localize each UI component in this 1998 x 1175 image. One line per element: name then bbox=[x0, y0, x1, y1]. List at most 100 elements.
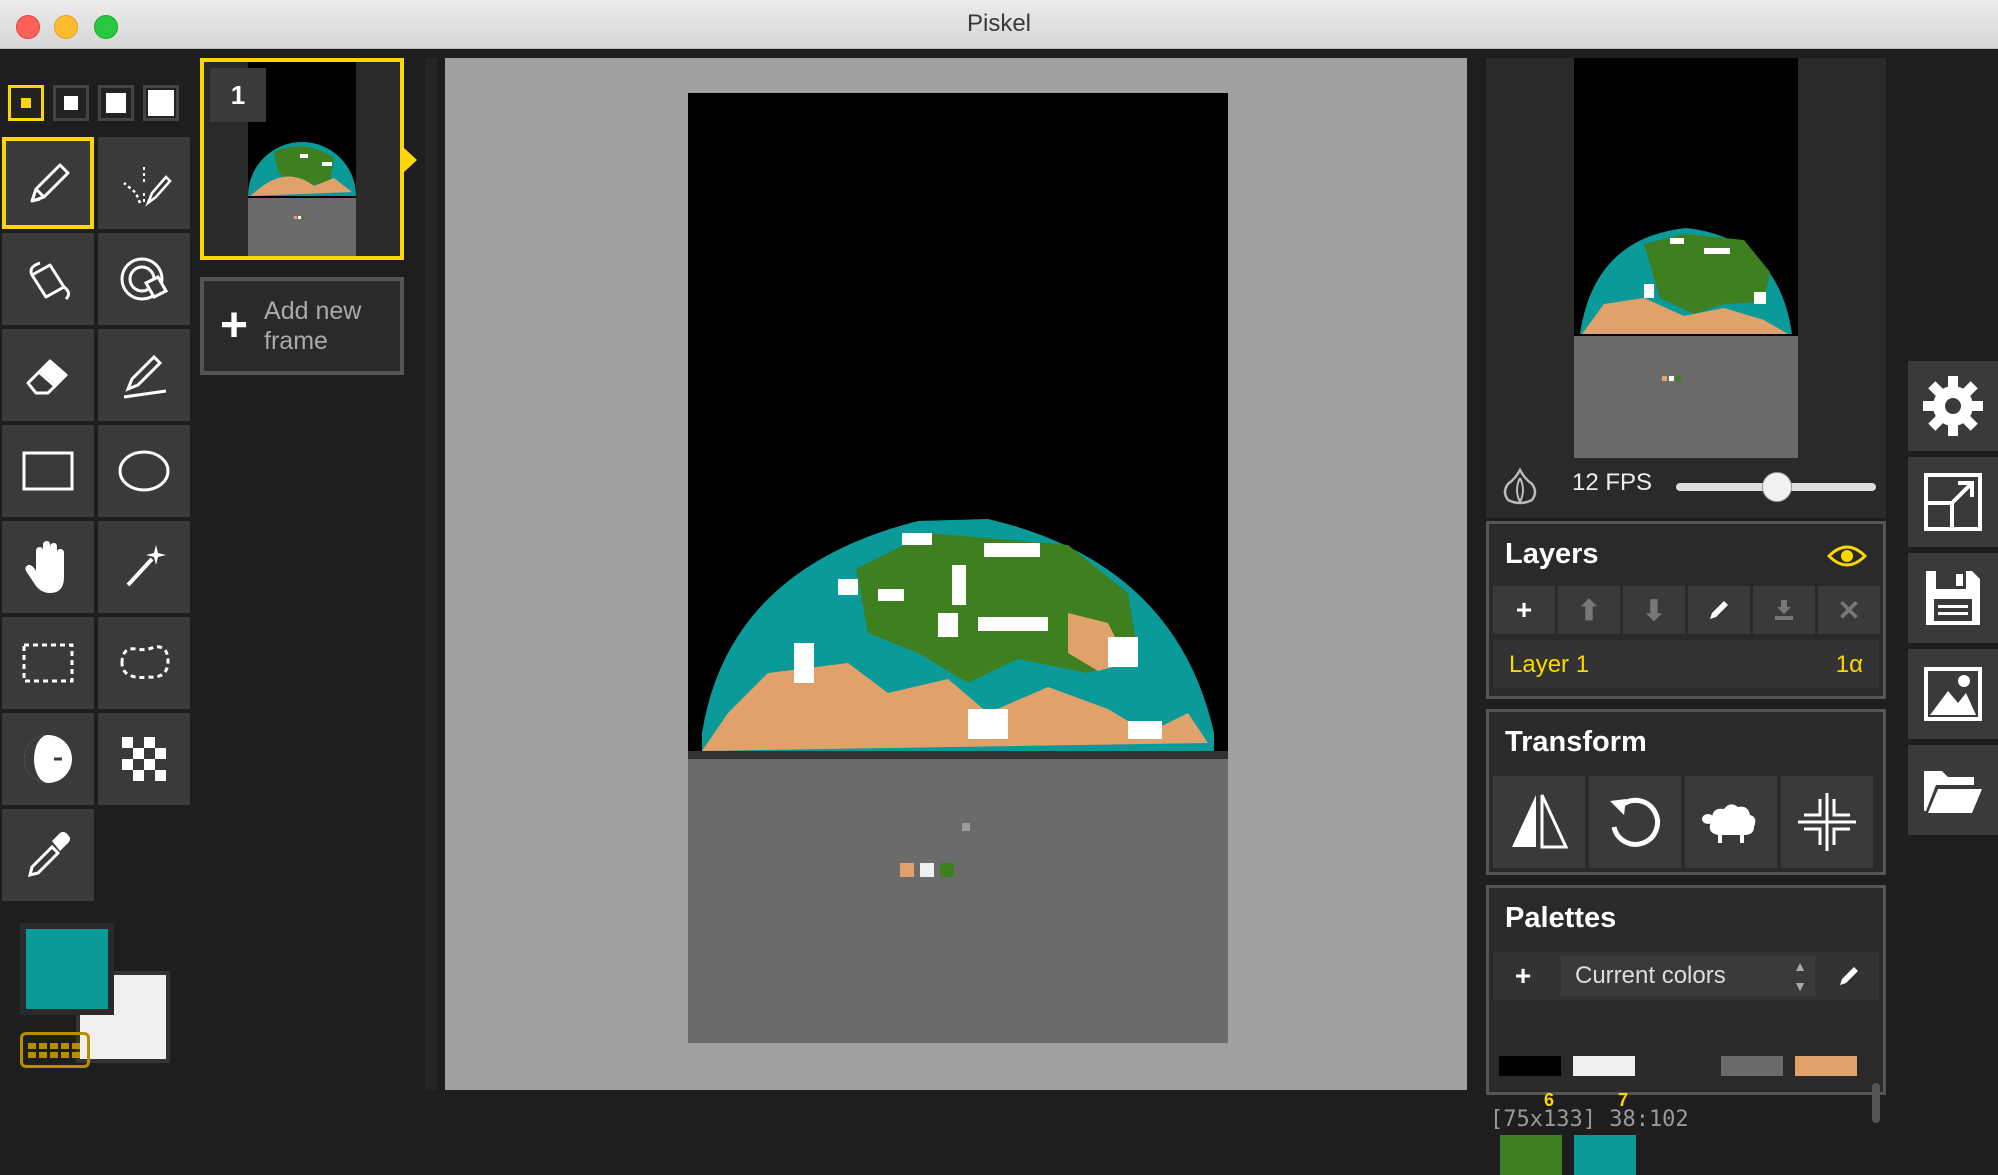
preview-image bbox=[1574, 58, 1798, 458]
app-area: 1 + Add new frame 12 FPS Layers + ⬆ ⬇ ✕ … bbox=[0, 49, 1998, 1175]
lasso-selection-tool[interactable] bbox=[98, 617, 190, 709]
drawing-canvas-area[interactable] bbox=[445, 58, 1467, 1090]
fps-slider-handle[interactable] bbox=[1762, 472, 1792, 502]
keyboard-shortcuts-icon[interactable] bbox=[20, 1032, 90, 1068]
shape-selection-tool[interactable] bbox=[98, 521, 190, 613]
arrow-down-icon: ⬇ bbox=[1642, 594, 1666, 626]
palette-swatch-green[interactable] bbox=[1500, 1135, 1562, 1175]
align-center-icon bbox=[1798, 793, 1856, 851]
move-layer-down-button[interactable]: ⬇ bbox=[1623, 586, 1685, 634]
pen-size-4[interactable] bbox=[143, 85, 179, 121]
center-button[interactable] bbox=[1781, 776, 1873, 868]
mirror-pen-icon bbox=[123, 167, 172, 207]
transform-title: Transform bbox=[1505, 726, 1647, 758]
palettes-title: Palettes bbox=[1505, 902, 1617, 934]
edit-palette-button[interactable] bbox=[1819, 952, 1879, 1000]
palettes-panel: Palettes + Current colors ▲ ▼ bbox=[1486, 885, 1886, 1095]
pen-size-2[interactable] bbox=[53, 85, 89, 121]
layer-item[interactable]: Layer 1 1α bbox=[1493, 640, 1879, 688]
dithering-tool[interactable] bbox=[98, 713, 190, 805]
rectangle-selection-tool[interactable] bbox=[2, 617, 94, 709]
selected-frame-marker bbox=[404, 148, 417, 172]
flip-button[interactable] bbox=[1493, 776, 1585, 868]
add-new-frame-label: Add new frame bbox=[264, 297, 362, 355]
pen-size-1[interactable] bbox=[8, 85, 44, 121]
palette-select[interactable]: Current colors ▲ ▼ bbox=[1561, 956, 1815, 996]
stroke-tool[interactable] bbox=[98, 329, 190, 421]
lighten-icon bbox=[24, 735, 72, 783]
animation-preview[interactable] bbox=[1486, 58, 1886, 518]
add-palette-button[interactable]: + bbox=[1493, 952, 1553, 1000]
resize-button[interactable] bbox=[1908, 457, 1998, 547]
transform-toolbar bbox=[1493, 776, 1873, 868]
primary-color[interactable] bbox=[20, 923, 114, 1015]
circle-icon bbox=[118, 450, 170, 492]
palette-toolbar: + Current colors ▲ ▼ bbox=[1493, 952, 1879, 1000]
close-icon: ✕ bbox=[1837, 594, 1861, 626]
frame-number: 1 bbox=[210, 68, 266, 122]
edit-layer-button[interactable] bbox=[1688, 586, 1750, 634]
circle-tool[interactable] bbox=[98, 425, 190, 517]
folder-open-icon bbox=[1924, 771, 1982, 813]
layer-opacity: 1α bbox=[1835, 651, 1863, 678]
color-picker-tool[interactable] bbox=[2, 809, 94, 901]
rotate-button[interactable] bbox=[1589, 776, 1681, 868]
transform-panel: Transform bbox=[1486, 709, 1886, 875]
gear-icon bbox=[1923, 376, 1983, 436]
cursor-coordinates: [75x133] 38:102 bbox=[1490, 1107, 1689, 1132]
pen-tool[interactable] bbox=[2, 137, 94, 229]
palette-swatch-tan[interactable] bbox=[1795, 1056, 1857, 1076]
paint-bucket-tool[interactable] bbox=[2, 233, 94, 325]
paint-bucket-icon bbox=[29, 261, 71, 301]
paint-all-icon bbox=[120, 257, 169, 301]
merge-layer-button[interactable] bbox=[1753, 586, 1815, 634]
onion-skin-icon[interactable] bbox=[1500, 466, 1540, 506]
rectangle-tool[interactable] bbox=[2, 425, 94, 517]
paint-same-color-tool[interactable] bbox=[98, 233, 190, 325]
clone-button[interactable] bbox=[1685, 776, 1777, 868]
delete-layer-button[interactable]: ✕ bbox=[1818, 586, 1880, 634]
drawing-canvas[interactable] bbox=[688, 93, 1228, 1043]
resize-icon bbox=[1924, 473, 1982, 531]
layers-panel: Layers + ⬆ ⬇ ✕ Layer 1 1α bbox=[1486, 521, 1886, 699]
layers-title: Layers bbox=[1505, 538, 1599, 570]
move-tool[interactable] bbox=[2, 521, 94, 613]
settings-button[interactable] bbox=[1908, 361, 1998, 451]
eyedropper-icon bbox=[27, 831, 70, 878]
plus-icon: + bbox=[1515, 594, 1533, 625]
add-new-frame-button[interactable]: + Add new frame bbox=[200, 277, 404, 375]
pen-size-3[interactable] bbox=[98, 85, 134, 121]
checkerboard-icon bbox=[122, 737, 166, 781]
palette-swatch-white[interactable] bbox=[1573, 1056, 1635, 1076]
save-button[interactable] bbox=[1908, 553, 1998, 643]
pencil-icon bbox=[1710, 601, 1728, 619]
window-titlebar: Piskel bbox=[0, 0, 1998, 49]
frame-thumbnail-1[interactable]: 1 bbox=[200, 58, 404, 260]
add-layer-button[interactable]: + bbox=[1493, 586, 1555, 634]
arrow-up-icon: ⬆ bbox=[1577, 594, 1601, 626]
window-title: Piskel bbox=[966, 10, 1032, 37]
move-layer-up-button[interactable]: ⬆ bbox=[1558, 586, 1620, 634]
fps-label: 12 FPS bbox=[1572, 469, 1653, 496]
sheep-icon bbox=[1702, 804, 1756, 843]
hand-icon bbox=[25, 541, 64, 593]
import-button[interactable] bbox=[1908, 745, 1998, 835]
export-button[interactable] bbox=[1908, 649, 1998, 739]
merge-down-icon bbox=[1775, 600, 1793, 620]
palette-swatch-gray[interactable] bbox=[1721, 1056, 1783, 1076]
palette-swatch-black[interactable] bbox=[1499, 1056, 1561, 1076]
vertical-mirror-pen-tool[interactable] bbox=[98, 137, 190, 229]
stroke-icon bbox=[123, 354, 167, 399]
palette-scrollbar[interactable] bbox=[1872, 1083, 1880, 1123]
pen-size-picker bbox=[8, 85, 179, 121]
palette-swatch-teal[interactable] bbox=[1574, 1135, 1636, 1175]
frames-scrollbar[interactable] bbox=[425, 58, 437, 1090]
select-arrows-icon: ▲ ▼ bbox=[1793, 958, 1807, 994]
plus-icon: + bbox=[1514, 960, 1532, 991]
palette-swatch-dark-gray[interactable] bbox=[1647, 1056, 1709, 1076]
eye-icon[interactable] bbox=[1827, 544, 1867, 568]
plus-icon: + bbox=[220, 299, 249, 352]
lighten-tool[interactable] bbox=[2, 713, 94, 805]
eraser-icon bbox=[26, 359, 68, 395]
eraser-tool[interactable] bbox=[2, 329, 94, 421]
